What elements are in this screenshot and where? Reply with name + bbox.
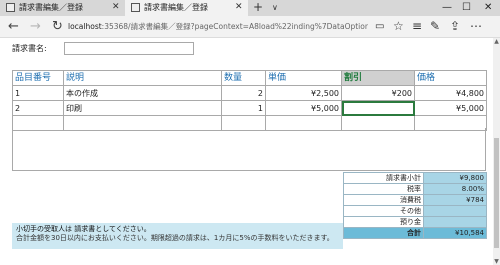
summary-row-total: 合計 ¥10,584 (343, 227, 487, 239)
star-icon[interactable]: ☆ (393, 19, 404, 34)
new-tab-button[interactable]: + (253, 1, 263, 14)
grid-empty-area (12, 128, 486, 171)
cell-price[interactable]: ¥4,800 (414, 85, 487, 101)
pen-icon[interactable]: ✎ (430, 19, 440, 34)
summary-value: ¥10,584 (423, 227, 487, 239)
table-row: 2 印刷 1 ¥5,000 ¥5,000 (12, 100, 487, 116)
cell-quantity[interactable]: 2 (221, 85, 266, 101)
summary-row-tax-rate: 税率 8.00% (343, 183, 487, 195)
cell-description[interactable]: 印刷 (63, 100, 222, 116)
column-header-discount[interactable]: 割引 (341, 70, 415, 86)
page-icon (131, 3, 140, 12)
note-line-1: 小切手の受取人は 請求書としてください。 (16, 225, 151, 233)
url-host: localhost (68, 22, 102, 31)
cell-description[interactable]: 本の作成 (63, 85, 222, 101)
reading-view-icon[interactable]: ▭ (375, 19, 384, 34)
summary-row-subtotal: 請求書小計 ¥9,800 (343, 172, 487, 184)
summary-label: 請求書小計 (343, 172, 424, 184)
invoice-name-label: 請求書名: (12, 44, 47, 53)
cell-unit-price[interactable]: ¥5,000 (265, 100, 342, 116)
share-icon[interactable]: ⇪ (450, 19, 460, 34)
tab-invoice-edit-2[interactable]: 請求書編集／登録 ✕ (125, 0, 248, 16)
summary-label: その他 (343, 205, 424, 217)
refresh-icon[interactable]: ↻ (52, 19, 63, 34)
hub-icon[interactable]: ≡ (412, 19, 422, 34)
cell-discount[interactable]: ¥200 (341, 85, 415, 101)
table-row: 1 本の作成 2 ¥2,500 ¥200 ¥4,800 (12, 85, 487, 101)
column-header-item-no[interactable]: 品目番号 (12, 70, 64, 86)
cell-item-no[interactable]: 2 (12, 100, 64, 116)
summary-value[interactable] (423, 205, 487, 217)
summary-value: ¥784 (423, 194, 487, 206)
tab-invoice-edit-1[interactable]: 請求書編集／登録 ✕ (0, 0, 125, 16)
url-field[interactable]: localhost:35368/請求書編集／登録?pageContext=A8l… (68, 22, 368, 32)
tab-label: 請求書編集／登録 (19, 3, 83, 12)
invoice-items-grid: 品目番号 説明 数量 単価 割引 価格 1 本の作成 2 ¥2,500 ¥200… (12, 70, 487, 131)
cell-unit-price[interactable]: ¥2,500 (265, 85, 342, 101)
maximize-button[interactable]: ☐ (462, 1, 471, 14)
cell-discount-active[interactable] (341, 100, 415, 116)
summary-label: 預り金 (343, 216, 424, 228)
summary-value[interactable]: 8.00% (423, 183, 487, 195)
column-header-quantity[interactable]: 数量 (221, 70, 266, 86)
note-line-2: 合計金額を30日以内にお支払いください。期限超過の請求は、1カ月に5%の手数料を… (16, 234, 334, 242)
arrow-right-icon[interactable]: → (30, 19, 41, 34)
summary-label: 合計 (343, 227, 424, 239)
address-bar: ← → ↻ localhost:35368/請求書編集／登録?pageConte… (0, 16, 500, 38)
column-header-unit-price[interactable]: 単価 (265, 70, 342, 86)
column-header-description[interactable]: 説明 (63, 70, 222, 86)
tab-menu-chevron-icon[interactable]: ∨ (272, 2, 278, 13)
arrow-left-icon[interactable]: ← (8, 19, 19, 34)
cell-price[interactable]: ¥5,000 (414, 100, 487, 116)
scrollbar-thumb[interactable] (494, 138, 499, 248)
column-header-price[interactable]: 価格 (414, 70, 487, 86)
browser-tab-bar: 請求書編集／登録 ✕ 請求書編集／登録 ✕ + ∨ — ☐ ✕ (0, 0, 500, 16)
close-icon[interactable]: ✕ (112, 2, 120, 13)
payment-note: 小切手の受取人は 請求書としてください。 合計金額を30日以内にお支払いください… (12, 223, 343, 249)
window-close-button[interactable]: ✕ (484, 1, 492, 14)
minimize-button[interactable]: — (442, 1, 452, 14)
close-icon[interactable]: ✕ (235, 2, 243, 13)
summary-label: 消費税 (343, 194, 424, 206)
scroll-up-icon[interactable]: ▲ (493, 38, 500, 45)
invoice-name-input[interactable] (64, 42, 194, 55)
summary-value: ¥9,800 (423, 172, 487, 184)
summary-label: 税率 (343, 183, 424, 195)
cell-item-no[interactable]: 1 (12, 85, 64, 101)
cell-quantity[interactable]: 1 (221, 100, 266, 116)
scroll-down-icon[interactable]: ▼ (493, 258, 500, 265)
grid-header-row: 品目番号 説明 数量 単価 割引 価格 (12, 70, 487, 86)
summary-row-consumption-tax: 消費税 ¥784 (343, 194, 487, 206)
page-icon (6, 3, 15, 12)
summary-row-deposit: 預り金 (343, 216, 487, 228)
summary-value[interactable] (423, 216, 487, 228)
more-icon[interactable]: ⋯ (470, 19, 482, 34)
url-path: :35368/請求書編集／登録?pageContext=A8load%22ind… (101, 22, 368, 31)
summary-row-other: その他 (343, 205, 487, 217)
tab-label: 請求書編集／登録 (144, 3, 208, 12)
invoice-summary: 請求書小計 ¥9,800 税率 8.00% 消費税 ¥784 その他 預り金 合… (343, 172, 487, 239)
page-scrollbar[interactable]: ▲ ▼ (493, 38, 500, 265)
